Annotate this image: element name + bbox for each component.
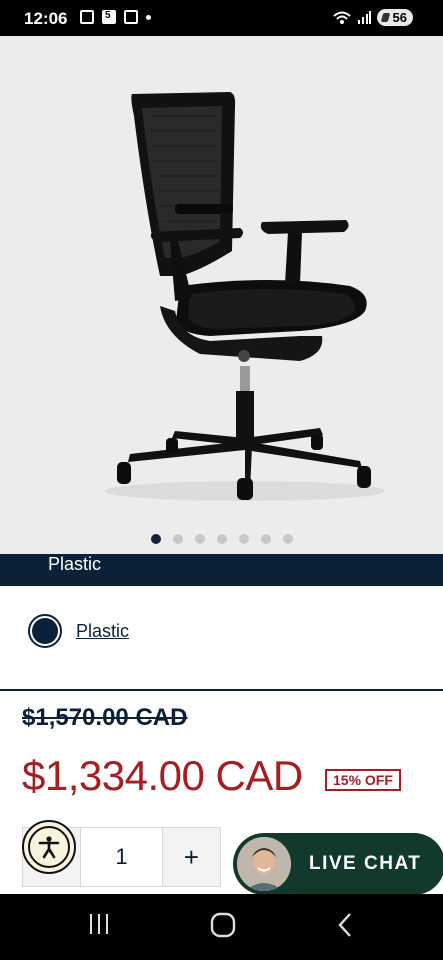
gallery-dot-7[interactable]	[282, 534, 293, 544]
quantity-increase-button[interactable]: +	[163, 828, 220, 886]
status-bar: 12:06 5 56	[0, 0, 443, 36]
signal-icon	[357, 10, 371, 24]
material-header-label: Plastic	[48, 554, 102, 574]
gallery-dot-2[interactable]	[172, 534, 183, 544]
quantity-value[interactable]: 1	[80, 828, 163, 886]
recent-apps-icon[interactable]	[88, 912, 110, 941]
section-divider	[0, 689, 443, 691]
gallery-pagination	[0, 534, 443, 544]
gallery-dot-6[interactable]	[260, 534, 271, 544]
discount-badge: 15% OFF	[325, 769, 401, 791]
wifi-icon	[332, 11, 351, 24]
office-chair-image	[105, 92, 385, 501]
status-time: 12:06	[24, 9, 68, 28]
material-option-label[interactable]: Plastic	[76, 621, 129, 642]
live-chat-label: LIVE CHAT	[309, 853, 422, 874]
status-system-icons: 56	[332, 9, 413, 26]
gallery-dot-4[interactable]	[216, 534, 227, 544]
radio-selected-dot	[32, 618, 58, 644]
original-price: $1,570.00 CAD	[22, 704, 188, 731]
sale-price: $1,334.00 CAD	[22, 752, 303, 799]
gallery-dot-3[interactable]	[194, 534, 205, 544]
battery-indicator: 56	[376, 9, 413, 26]
accessibility-icon	[28, 826, 70, 868]
status-notification-icons: 5	[80, 10, 151, 24]
product-image-gallery[interactable]	[0, 36, 443, 554]
material-option-plastic[interactable]: Plastic	[28, 614, 129, 648]
notification-count: 5	[105, 10, 111, 21]
system-navigation-bar	[0, 894, 443, 960]
more-notifications-dot-icon	[146, 14, 151, 20]
accessibility-button[interactable]	[22, 820, 76, 874]
material-radio[interactable]	[28, 614, 62, 648]
gallery-dot-5[interactable]	[238, 534, 249, 544]
chat-agent-avatar	[237, 837, 291, 891]
screenshot-icon	[80, 10, 94, 24]
calendar-icon	[124, 10, 138, 24]
material-header-bar: Plastic	[0, 554, 443, 586]
gallery-dot-1[interactable]	[150, 534, 161, 544]
back-icon[interactable]	[336, 912, 354, 943]
home-icon[interactable]	[210, 912, 236, 943]
notification-badge-icon: 5	[102, 10, 116, 24]
live-chat-button[interactable]: LIVE CHAT	[233, 833, 443, 895]
